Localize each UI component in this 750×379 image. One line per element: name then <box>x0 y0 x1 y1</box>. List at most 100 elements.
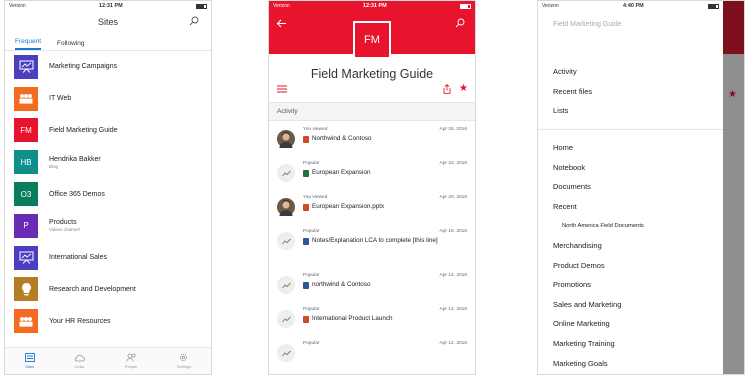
drawer-title: Field Marketing Guide <box>553 21 622 28</box>
people-icon <box>125 353 136 362</box>
activity-kind: Popular <box>303 307 320 312</box>
site-list-item[interactable]: Your HR Resources <box>5 305 211 337</box>
activity-kind: Popular <box>303 229 320 234</box>
site-list-item[interactable]: International Sales <box>5 242 211 274</box>
word-file-icon <box>303 282 309 289</box>
activity-kind: Popular <box>303 161 320 166</box>
clock: 4:40 PM <box>622 3 644 9</box>
activity-date: Apr 22, 2016 <box>439 161 467 166</box>
people-icon <box>14 309 38 334</box>
site-list: Marketing Campaigns IT Web FM Field Marketi… <box>5 51 211 337</box>
activity-date: Apr 26, 2016 <box>439 127 467 132</box>
site-name: International Sales <box>49 254 107 262</box>
drawer-item[interactable]: Merchandising <box>553 236 723 256</box>
site-name: Field Marketing Guide <box>49 126 118 134</box>
battery-icon <box>459 3 471 9</box>
file-name: northwind & Contoso <box>312 281 371 288</box>
nav-label: Sites <box>25 364 35 369</box>
lightbulb-icon <box>14 277 38 302</box>
activity-item[interactable]: You viewed Apr 20, 2016 European Expansion… <box>269 189 475 223</box>
file-name: European Expansion <box>312 169 371 176</box>
share-icon[interactable] <box>443 84 451 94</box>
tab-following[interactable]: Following <box>57 40 84 50</box>
activity-item[interactable]: Popular Apr 14, 2016 International Product… <box>269 301 475 335</box>
gear-icon <box>180 353 188 362</box>
site-list-item[interactable]: IT Web <box>5 83 211 115</box>
site-name: Marketing Campaigns <box>49 63 118 71</box>
navigation-drawer: Verizon 4:40 PM Field Marketing Guide Ac… <box>538 1 723 374</box>
activity-date: Apr 20, 2016 <box>439 195 467 200</box>
drawer-item[interactable]: Documents <box>553 177 723 197</box>
site-initials-tile: HB <box>14 150 38 175</box>
site-name: Hendrika Bakker <box>49 155 101 163</box>
dimmed-background[interactable]: ★ <box>721 1 744 374</box>
activity-kind: You viewed <box>303 195 328 200</box>
ppt-file-icon <box>303 316 309 323</box>
drawer-item[interactable]: Notebook <box>553 157 723 177</box>
nav-sites[interactable]: Sites <box>24 353 35 369</box>
carrier: Verizon <box>9 3 26 9</box>
tab-frequent[interactable]: Frequent <box>15 38 42 50</box>
people-icon <box>14 86 38 111</box>
presentation-icon <box>14 245 38 270</box>
user-avatar <box>277 130 295 148</box>
drawer-item[interactable]: Online Marketing <box>553 314 723 334</box>
drawer-item[interactable]: Marketing Training <box>553 334 723 354</box>
site-name: Office 365 Demos <box>49 190 105 198</box>
site-list-item[interactable]: Marketing Campaigns <box>5 51 211 83</box>
ppt-file-icon <box>303 136 309 143</box>
site-list-item[interactable]: P Products Videos channel <box>5 210 211 242</box>
drawer-group-navigation: Home Notebook Documents Recent North America… <box>538 130 723 374</box>
site-name: Research and Development <box>49 285 136 293</box>
nav-settings[interactable]: Settings <box>177 353 191 369</box>
activity-item[interactable]: Popular Apr 14, 2016 northwind & Contoso <box>269 267 475 301</box>
carrier: Verizon <box>273 3 290 9</box>
site-list-item[interactable]: Research and Development <box>5 274 211 306</box>
nav-people[interactable]: People <box>125 353 137 369</box>
search-icon[interactable] <box>189 16 199 26</box>
drawer-item[interactable]: Product Demos <box>553 255 723 275</box>
search-icon[interactable] <box>455 18 465 28</box>
activity-item[interactable]: You viewed Apr 26, 2016 Northwind & Contos… <box>269 121 475 155</box>
drawer-item[interactable]: Recent files <box>553 82 723 102</box>
nav-links[interactable]: Links <box>74 354 86 369</box>
activity-item[interactable]: Popular Apr 12, 2016 <box>269 335 475 369</box>
nav-label: Settings <box>176 364 192 369</box>
trending-icon <box>277 164 295 182</box>
tab-bar: Frequent Following <box>5 33 211 51</box>
status-bar: Verizon 12:31 PM <box>5 1 211 11</box>
activity-date: Apr 12, 2016 <box>439 341 467 346</box>
activity-item[interactable]: Popular Apr 19, 2016 Notes/Explanation LCA… <box>269 223 475 267</box>
activity-kind: Popular <box>303 341 320 346</box>
clock: 12:31 PM <box>362 3 387 9</box>
drawer-item[interactable]: Sales and Marketing <box>553 295 723 315</box>
site-list-item[interactable]: HB Hendrika Bakker Blog <box>5 146 211 178</box>
status-bar: Verizon 12:31 PM <box>269 1 475 11</box>
drawer-item[interactable]: Home <box>553 138 723 158</box>
file-name: Northwind & Contoso <box>312 135 372 142</box>
drawer-item[interactable]: Recent <box>553 197 723 217</box>
word-file-icon <box>303 238 309 245</box>
site-tile: FM <box>353 21 391 59</box>
site-initials-tile: FM <box>14 118 38 143</box>
site-list-item[interactable]: FM Field Marketing Guide <box>5 115 211 147</box>
site-list-item[interactable]: O3 Office 365 Demos <box>5 178 211 210</box>
hamburger-menu-icon[interactable] <box>277 85 287 93</box>
site-name: Your HR Resources <box>49 317 111 325</box>
star-icon: ★ <box>728 89 737 100</box>
drawer-item[interactable]: Promotions <box>553 275 723 295</box>
activity-item[interactable]: Popular Apr 22, 2016 European Expansion <box>269 155 475 189</box>
follow-star-icon[interactable]: ★ <box>459 83 468 94</box>
page-title: Sites <box>97 17 118 27</box>
drawer-item[interactable]: Marketing Goals <box>553 353 723 373</box>
drawer-item[interactable]: Activity <box>553 62 723 82</box>
activity-date: Apr 19, 2016 <box>439 229 467 234</box>
trending-icon <box>277 232 295 250</box>
site-name: Products <box>49 219 77 227</box>
activity-date: Apr 14, 2016 <box>439 273 467 278</box>
drawer-subitem[interactable]: North America Field Documents <box>553 216 723 236</box>
drawer-group-views: Activity Recent files Lists <box>538 54 723 130</box>
back-arrow-icon[interactable] <box>276 19 287 28</box>
drawer-item[interactable]: Lists <box>553 101 723 121</box>
bottom-nav: Sites Links People Settings <box>5 347 211 374</box>
